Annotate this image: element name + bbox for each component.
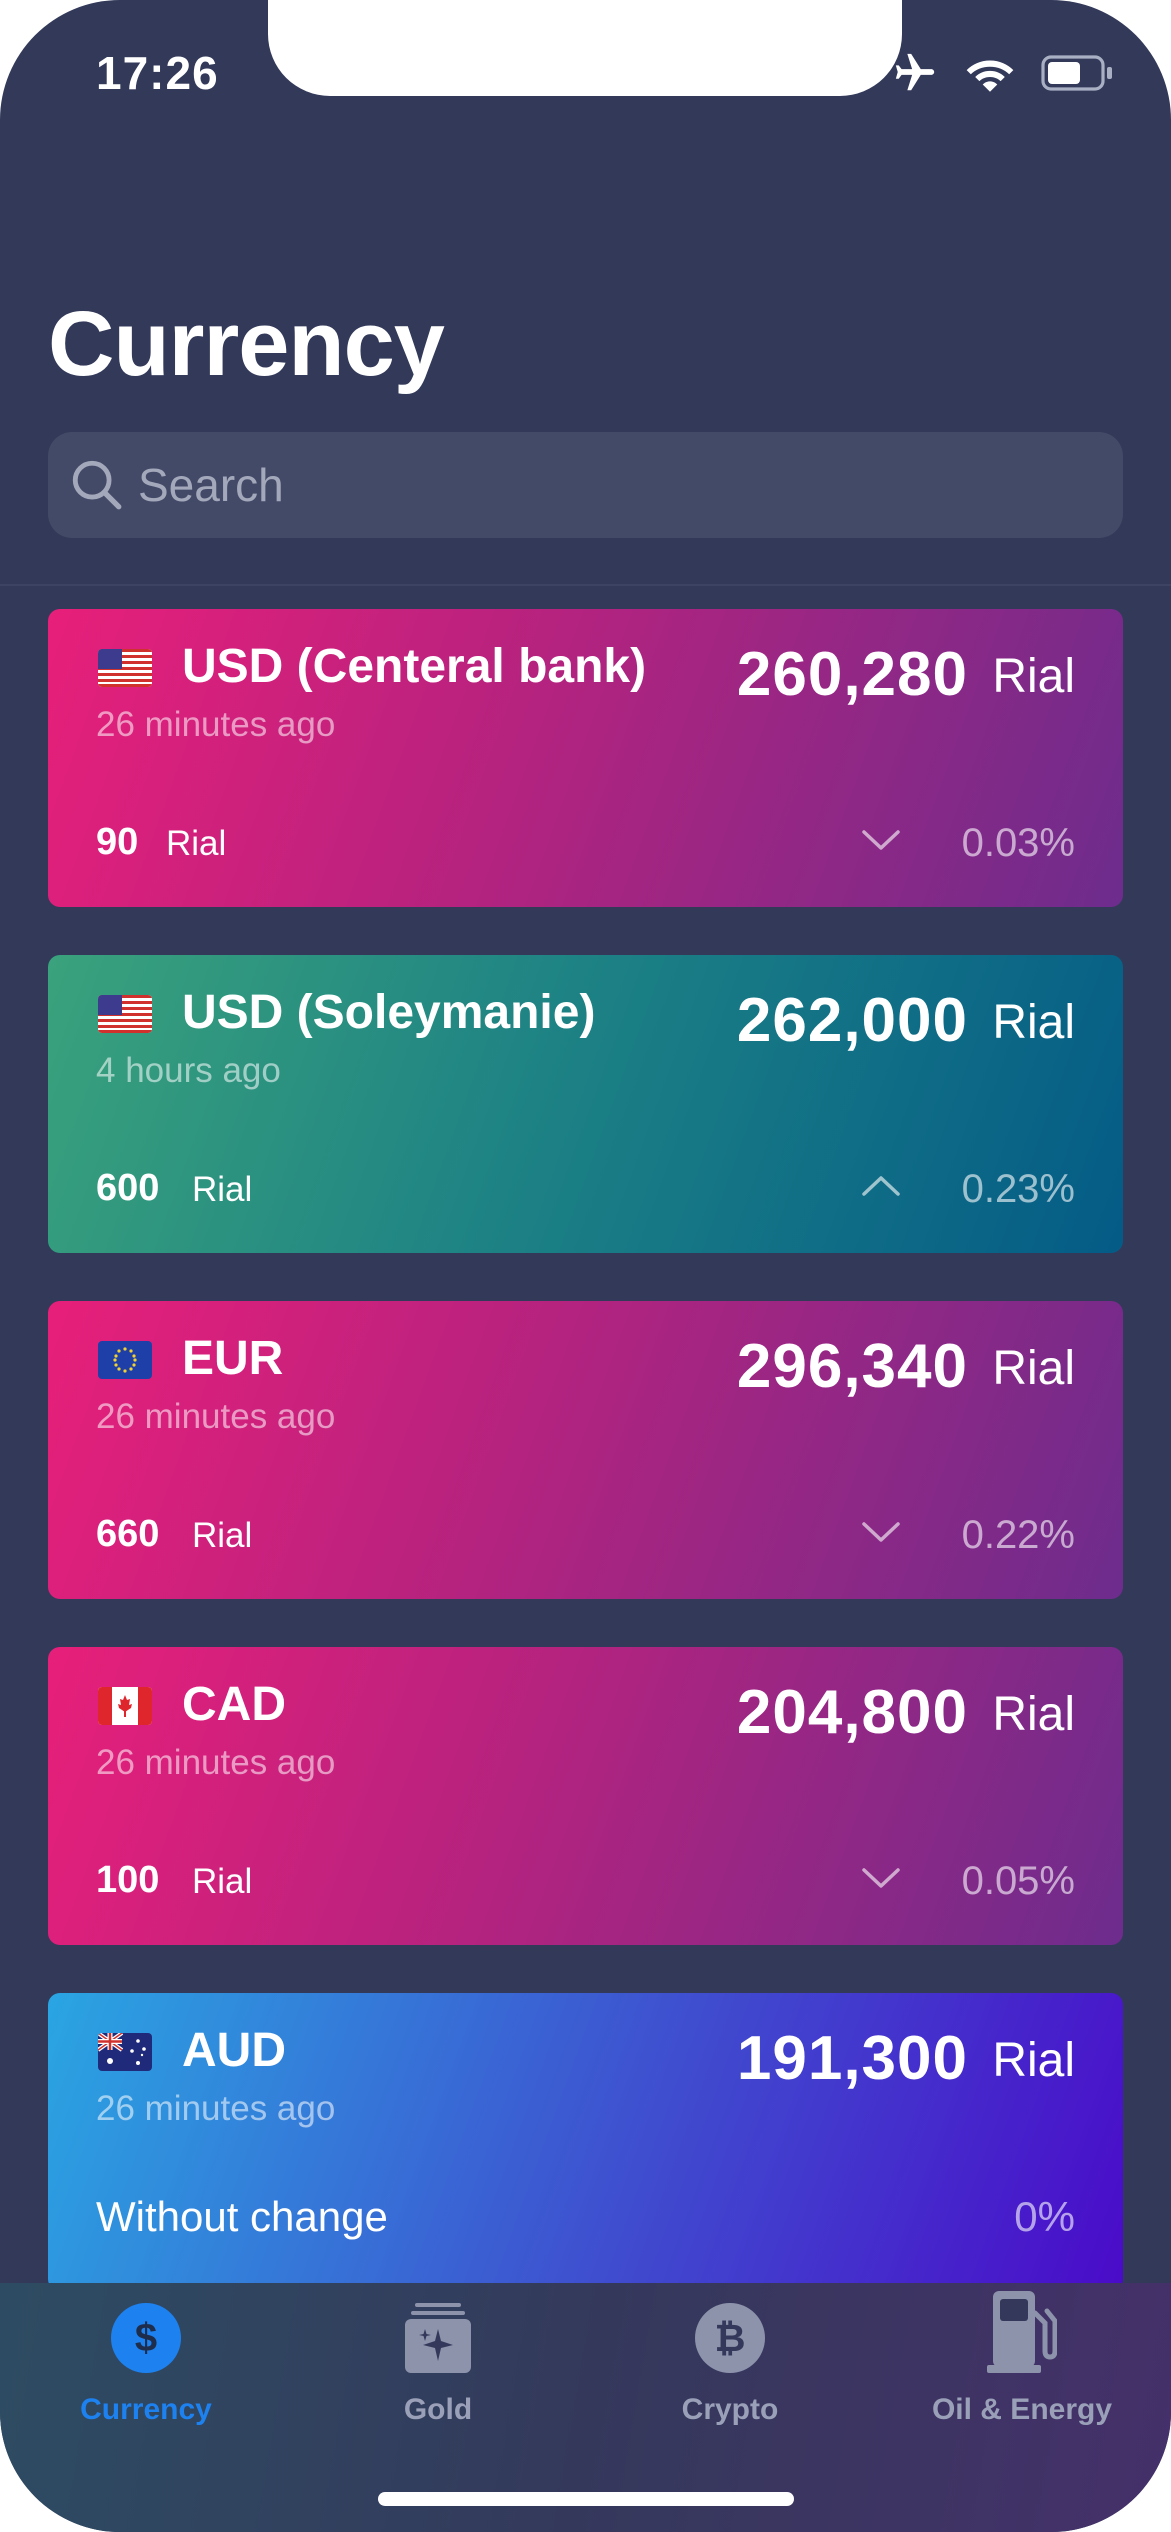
currency-list: USD (Centeral bank) 26 minutes ago 260,2… <box>48 609 1123 2339</box>
change-unit: Rial <box>192 1170 253 1209</box>
australia-flag-icon <box>98 2033 152 2071</box>
update-time: 26 minutes ago <box>96 2089 336 2128</box>
us-flag-icon <box>98 649 152 687</box>
currency-card-aud[interactable]: AUD 26 minutes ago 191,300 Rial Without … <box>48 1993 1123 2291</box>
currency-price: 260,280 <box>736 640 968 709</box>
currency-name: CAD <box>182 1678 286 1731</box>
chevron-up-icon <box>862 1176 900 1196</box>
chevron-down-icon <box>862 1868 900 1888</box>
wifi-icon <box>966 60 1014 92</box>
currency-price: 262,000 <box>736 986 968 1055</box>
status-time: 17:26 <box>96 47 219 99</box>
gold-icon <box>405 2303 471 2373</box>
currency-name: USD (Soleymanie) <box>182 986 596 1039</box>
battery-icon <box>1041 55 1112 91</box>
price-unit: Rial <box>992 2034 1075 2087</box>
tab-crypto[interactable]: ₿ Crypto <box>584 2283 876 2443</box>
change-unit: Rial <box>192 1516 253 1555</box>
currency-card-usd-central-bank[interactable]: USD (Centeral bank) 26 minutes ago 260,2… <box>48 609 1123 907</box>
currency-name: AUD <box>182 2024 286 2077</box>
status-icons <box>891 50 1115 96</box>
price-unit: Rial <box>992 996 1075 1049</box>
dollar-icon: $ <box>111 2303 181 2373</box>
change-percent: 0.05% <box>961 1859 1075 1903</box>
search-bar[interactable] <box>48 432 1123 538</box>
tab-gold[interactable]: Gold <box>292 2283 584 2443</box>
change-amount: 90 <box>96 821 139 863</box>
price-unit: Rial <box>992 1342 1075 1395</box>
search-input[interactable] <box>138 450 1098 520</box>
no-change-label: Without change <box>96 2193 388 2240</box>
svg-text:$: $ <box>135 2316 157 2360</box>
price-unit: Rial <box>992 650 1075 703</box>
change-percent: 0.23% <box>961 1167 1075 1211</box>
camera-notch <box>268 0 902 96</box>
change-percent: 0.22% <box>961 1513 1075 1557</box>
airplane-mode-icon <box>895 53 935 91</box>
currency-card-eur[interactable]: EUR 26 minutes ago 296,340 Rial 660 Rial… <box>48 1301 1123 1599</box>
tab-label: Oil & Energy <box>931 2393 1113 2426</box>
change-unit: Rial <box>192 1862 253 1901</box>
bitcoin-icon: ₿ <box>695 2303 765 2373</box>
search-icon <box>72 460 122 510</box>
currency-name: EUR <box>182 1332 284 1385</box>
currency-price: 296,340 <box>736 1332 968 1401</box>
chevron-down-icon <box>862 1522 900 1542</box>
currency-price: 204,800 <box>736 1678 968 1747</box>
price-unit: Rial <box>992 1688 1075 1741</box>
chevron-down-icon <box>862 830 900 850</box>
change-unit: Rial <box>166 824 227 863</box>
fuel-pump-icon <box>987 2291 1057 2373</box>
canada-flag-icon <box>98 1687 152 1725</box>
currency-name: USD (Centeral bank) <box>182 640 647 693</box>
change-amount: 100 <box>96 1859 160 1901</box>
update-time: 26 minutes ago <box>96 705 336 744</box>
home-indicator[interactable] <box>378 2492 794 2506</box>
tab-currency[interactable]: $ Currency <box>0 2283 292 2443</box>
change-percent: 0% <box>1014 2193 1075 2240</box>
tab-oil-energy[interactable]: Oil & Energy <box>876 2283 1168 2443</box>
svg-text:₿: ₿ <box>715 2318 746 2360</box>
tab-label: Currency <box>80 2393 212 2426</box>
change-percent: 0.03% <box>961 821 1075 865</box>
change-amount: 660 <box>96 1513 160 1555</box>
page-title: Currency <box>48 293 445 395</box>
tab-label: Gold <box>403 2393 473 2426</box>
currency-card-usd-soleymanie[interactable]: USD (Soleymanie) 4 hours ago 262,000 Ria… <box>48 955 1123 1253</box>
header-divider <box>0 584 1171 586</box>
us-flag-icon <box>98 995 152 1033</box>
update-time: 26 minutes ago <box>96 1397 336 1436</box>
change-amount: 600 <box>96 1167 160 1209</box>
eu-flag-icon <box>98 1341 152 1379</box>
currency-card-cad[interactable]: CAD 26 minutes ago 204,800 Rial 100 Rial… <box>48 1647 1123 1945</box>
currency-price: 191,300 <box>736 2024 968 2093</box>
phone-screen: 17:26 Currency Search USD (Centeral bank… <box>0 0 1171 2532</box>
update-time: 4 hours ago <box>96 1051 281 1090</box>
tab-label: Crypto <box>681 2393 779 2426</box>
update-time: 26 minutes ago <box>96 1743 336 1782</box>
